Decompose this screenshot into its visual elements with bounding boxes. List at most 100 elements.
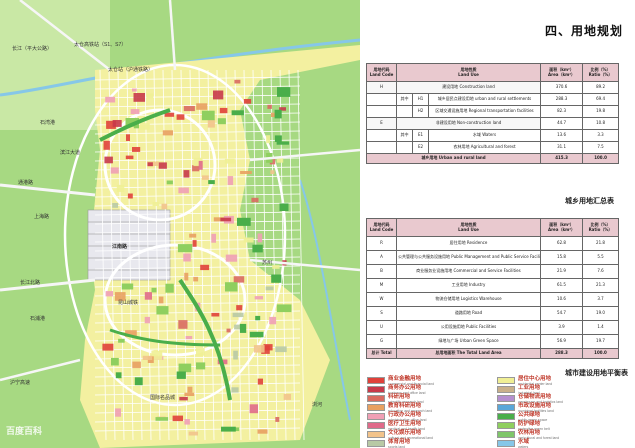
cell-name: 居住用地 Residence — [396, 236, 541, 251]
land-use-map-drawing — [0, 0, 360, 448]
map-label: 太仓站（沪通铁路） — [108, 67, 154, 73]
cell-area: 288.3 — [540, 93, 584, 106]
map-label: 太仓高铁站（S1、S7） — [74, 42, 127, 48]
legend-swatch — [367, 440, 385, 447]
legend-swatch — [367, 395, 385, 402]
cell-ratio: 1.4 — [582, 320, 619, 335]
table-row: A 公共管理与公共服务设施用地 Public Management and Pub… — [366, 250, 619, 265]
cell-code — [366, 141, 397, 154]
page-title: 四、用地规划 — [545, 24, 624, 38]
table-row: W 物流仓储用地 Logistics Warehouse 10.6 3.7 — [366, 292, 619, 307]
cell-code: U — [366, 320, 397, 335]
table-header-ratio: 比例（%） Ratio（%） — [582, 218, 619, 237]
cell-name: 公共管理与公共服务设施用地 Public Management and Publ… — [396, 250, 541, 265]
land-use-map: 太仓高铁站（S1、S7） 太仓站（沪通铁路） 长江（平大公路） 石湾港 通港路 … — [0, 0, 360, 448]
cell-ratio: 3.7 — [582, 292, 619, 307]
table-row: S 道路用地 Road 54.7 19.0 — [366, 306, 619, 321]
legend-swatch — [497, 440, 515, 447]
cell-code: W — [366, 292, 397, 307]
cell-name: 水域 Waters — [427, 129, 542, 142]
cell-code: S — [366, 306, 397, 321]
table-row: E2 农林用地 Agricultural and forest 31.1 7.5 — [366, 141, 620, 154]
cell-code: E — [366, 117, 397, 130]
legend-item: 体育用地 sports land — [367, 439, 410, 448]
cell-subcode: H1 — [412, 93, 429, 106]
cell-area: 56.9 — [540, 334, 583, 349]
table-header-area: 面积（km²） Area（km²） — [540, 63, 584, 82]
legend-swatch — [497, 422, 515, 429]
cell-area: 82.3 — [540, 105, 584, 118]
cell-code — [366, 93, 397, 106]
map-label: 通港路 — [18, 180, 34, 186]
table-row: U 公用设施用地 Public Facilities 3.9 1.4 — [366, 320, 619, 335]
map-label: 苏州 — [262, 260, 273, 266]
legend-swatch — [497, 386, 515, 393]
cell-area: 62.8 — [540, 236, 583, 251]
cell-sub — [396, 105, 413, 118]
watermark: 百度百科 — [6, 426, 43, 436]
cell-code: G — [366, 334, 397, 349]
table-row: H 建设用地 Construction land 370.6 89.2 — [366, 81, 620, 94]
cell-sub — [396, 141, 413, 154]
cell-name: 工业用地 Industry — [396, 278, 541, 293]
map-label: 国际名品城 — [150, 395, 176, 401]
map-label: 滨江大道 — [60, 150, 81, 156]
map-label: 长江北路 — [20, 280, 41, 286]
map-label: 浏河 — [312, 402, 323, 408]
cell-code: R — [366, 236, 397, 251]
cell-area: 13.6 — [540, 129, 584, 142]
cell-code — [366, 105, 397, 118]
cell-subcode: E2 — [412, 141, 429, 154]
table-header-name: 用地性质 Land Use — [395, 63, 542, 82]
cell-ratio: 3.3 — [582, 129, 620, 142]
cell-name: 农林用地 Agricultural and forest — [427, 141, 542, 154]
cell-name: 绿地与广场 Urban Green Space — [396, 334, 541, 349]
table-row: G 绿地与广场 Urban Green Space 56.9 19.7 — [366, 334, 619, 349]
cell-name: 物流仓储用地 Logistics Warehouse — [396, 292, 541, 307]
table-header-code: 用地代码 Land Code — [366, 63, 397, 82]
cell-ratio: 69.4 — [582, 93, 620, 106]
cell-code: M — [366, 278, 397, 293]
cell-ratio: 89.2 — [582, 81, 620, 94]
map-label: 上海路 — [34, 214, 50, 220]
cell-subcode: E1 — [412, 129, 429, 142]
map-label: 沪宁高速 — [10, 380, 31, 386]
cell-ratio: 100.0 — [582, 153, 620, 164]
cell-area: 370.6 — [540, 81, 584, 94]
legend-swatch — [497, 377, 515, 384]
cell-name: 建设用地 Construction land — [395, 81, 542, 94]
legend-swatch — [367, 386, 385, 393]
table-header-area: 面积（km²） Area（km²） — [540, 218, 583, 237]
map-label: 石浦港 — [30, 316, 46, 322]
cell-name: 非建设用地 Non-construction land — [395, 117, 542, 130]
cell-area: 54.7 — [540, 306, 583, 321]
cell-sub: 其中 — [396, 93, 413, 106]
table-row: 其中 H1 城乡居民点建设用地 urban and rural settlement… — [366, 93, 620, 106]
table-header-name: 用地性质 Land Use — [396, 218, 541, 237]
cell-area: 415.3 — [540, 153, 584, 164]
map-label: 江南路 — [112, 244, 128, 250]
map-legend: 商业金融用地 commercial and financial land 商务办公用… — [355, 368, 635, 448]
cell-ratio: 19.8 — [582, 105, 620, 118]
cell-code: H — [366, 81, 397, 94]
legend-swatch — [367, 413, 385, 420]
cell-area: 21.9 — [540, 264, 583, 279]
legend-item: 水域 waters — [497, 439, 529, 448]
legend-swatch — [497, 395, 515, 402]
legend-swatch — [367, 431, 385, 438]
cell-name: 商业服务业设施用地 Commercial and Service Facilit… — [396, 264, 541, 279]
cell-ratio: 21.8 — [582, 236, 619, 251]
cell-ratio: 19.0 — [582, 306, 619, 321]
cell-name: 区域交通设施用地 Regional transportation facilit… — [427, 105, 542, 118]
table-row: E 非建设用地 Non-construction land 44.7 10.8 — [366, 117, 620, 130]
cell-area: 44.7 — [540, 117, 584, 130]
cell-area: 15.8 — [540, 250, 583, 265]
cell-name: 总用地面积 The Total Land Area — [396, 348, 541, 359]
urban-construction-land-table: 用地代码 Land Code 用地性质 Land Use 面积（km²） Area（k… — [366, 218, 619, 359]
cell-ratio: 5.5 — [582, 250, 619, 265]
cell-area: 61.5 — [540, 278, 583, 293]
legend-swatch — [497, 413, 515, 420]
cell-code: A — [366, 250, 397, 265]
legend-swatch — [367, 377, 385, 384]
cell-name: 城乡居民点建设用地 urban and rural settlements — [427, 93, 542, 106]
